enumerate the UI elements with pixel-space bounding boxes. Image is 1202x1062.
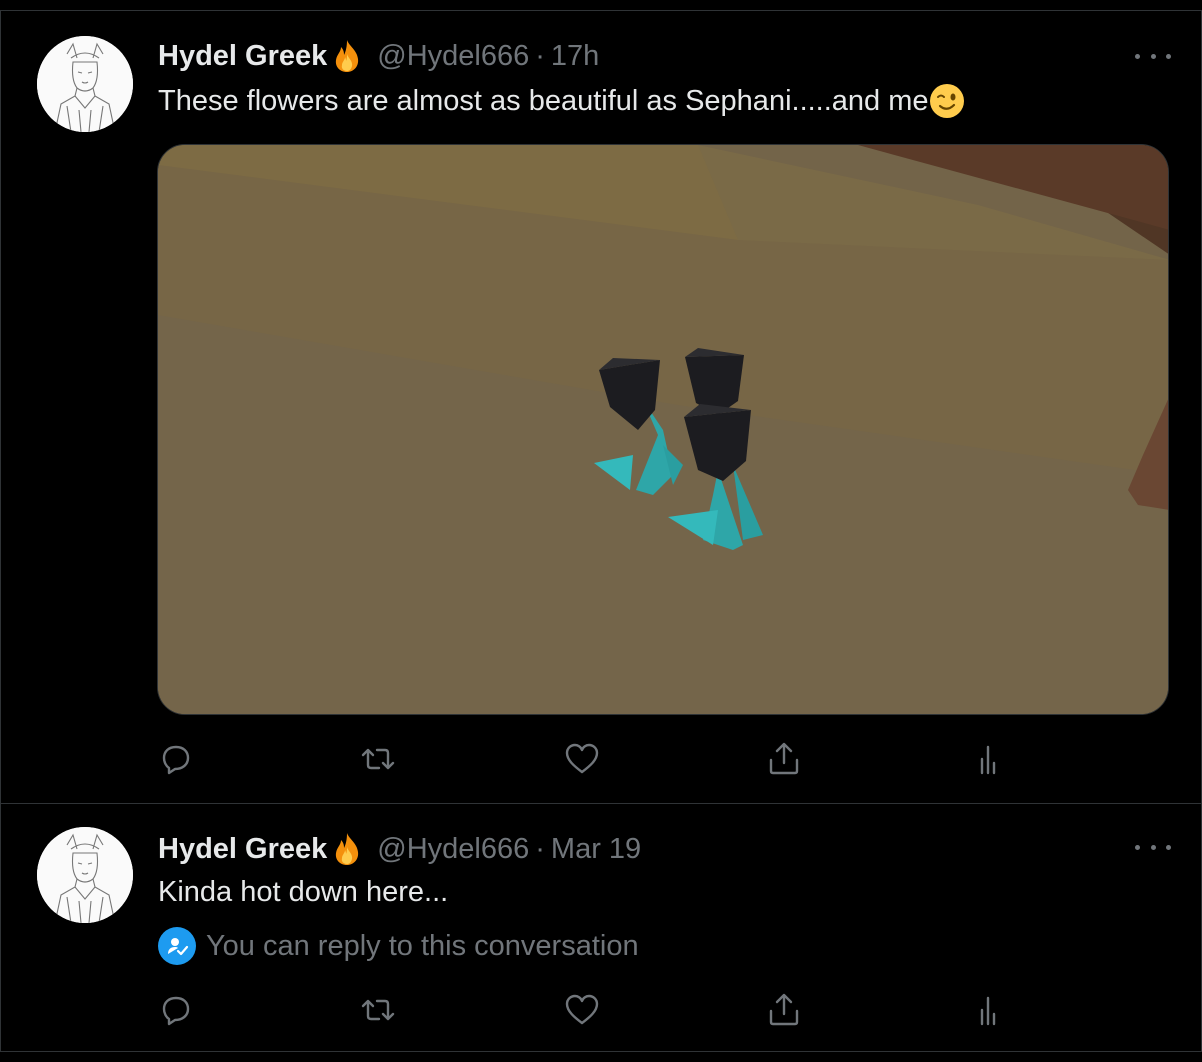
like-icon — [562, 739, 602, 779]
winking-face-emoji-icon — [929, 83, 965, 119]
retweet-button[interactable] — [358, 990, 398, 1030]
more-options-icon[interactable] — [1135, 46, 1171, 66]
share-icon — [764, 739, 804, 779]
tweet-header: Hydel Greek @Hydel666 · Mar 19 — [158, 829, 641, 869]
like-button[interactable] — [562, 739, 602, 779]
avatar[interactable] — [37, 827, 133, 923]
analytics-icon — [968, 739, 1008, 779]
avatar-sketch-icon — [37, 36, 133, 132]
author-handle[interactable]: @Hydel666 — [377, 833, 529, 866]
retweet-icon — [358, 739, 398, 779]
share-button[interactable] — [764, 990, 804, 1030]
retweet-icon — [358, 990, 398, 1030]
reply-icon — [156, 739, 196, 779]
more-options-icon[interactable] — [1135, 837, 1171, 857]
author-name[interactable]: Hydel Greek — [158, 40, 327, 73]
like-icon — [562, 990, 602, 1030]
author-handle[interactable]: @Hydel666 — [377, 40, 529, 73]
analytics-button[interactable] — [968, 990, 1008, 1030]
tweet-timestamp[interactable]: 17h — [551, 40, 599, 73]
like-button[interactable] — [562, 990, 602, 1030]
share-icon — [764, 990, 804, 1030]
retweet-button[interactable] — [358, 739, 398, 779]
tweet[interactable]: Hydel Greek @Hydel666 · 17h These flower… — [0, 10, 1202, 804]
avatar[interactable] — [37, 36, 133, 132]
tweet-text: These flowers are almost as beautiful as… — [158, 81, 965, 121]
analytics-button[interactable] — [968, 739, 1008, 779]
separator-dot: · — [535, 39, 545, 72]
separator-dot: · — [535, 832, 545, 865]
tweet[interactable]: Hydel Greek @Hydel666 · Mar 19 Kinda hot… — [0, 804, 1202, 1052]
reply-restriction-note: You can reply to this conversation — [158, 926, 639, 966]
reply-note-text: You can reply to this conversation — [206, 929, 639, 962]
tweet-timestamp[interactable]: Mar 19 — [551, 833, 641, 866]
low-poly-flowers-scene — [158, 145, 1168, 714]
tweet-actions — [158, 739, 1018, 779]
reply-icon — [156, 990, 196, 1030]
tweet-text-content: Kinda hot down here... — [158, 875, 449, 908]
tweet-header: Hydel Greek @Hydel666 · 17h — [158, 36, 599, 76]
reply-permission-icon — [158, 927, 196, 965]
flame-emoji-icon — [329, 38, 365, 74]
analytics-icon — [968, 990, 1008, 1030]
tweet-text-content: These flowers are almost as beautiful as… — [158, 84, 929, 117]
tweet-text: Kinda hot down here... — [158, 872, 448, 912]
share-button[interactable] — [764, 739, 804, 779]
tweet-actions — [158, 990, 1018, 1030]
author-name[interactable]: Hydel Greek — [158, 833, 327, 866]
tweet-media-image[interactable] — [157, 144, 1169, 715]
reply-button[interactable] — [156, 990, 196, 1030]
avatar-sketch-icon — [37, 827, 133, 923]
reply-button[interactable] — [156, 739, 196, 779]
flame-emoji-icon — [329, 831, 365, 867]
